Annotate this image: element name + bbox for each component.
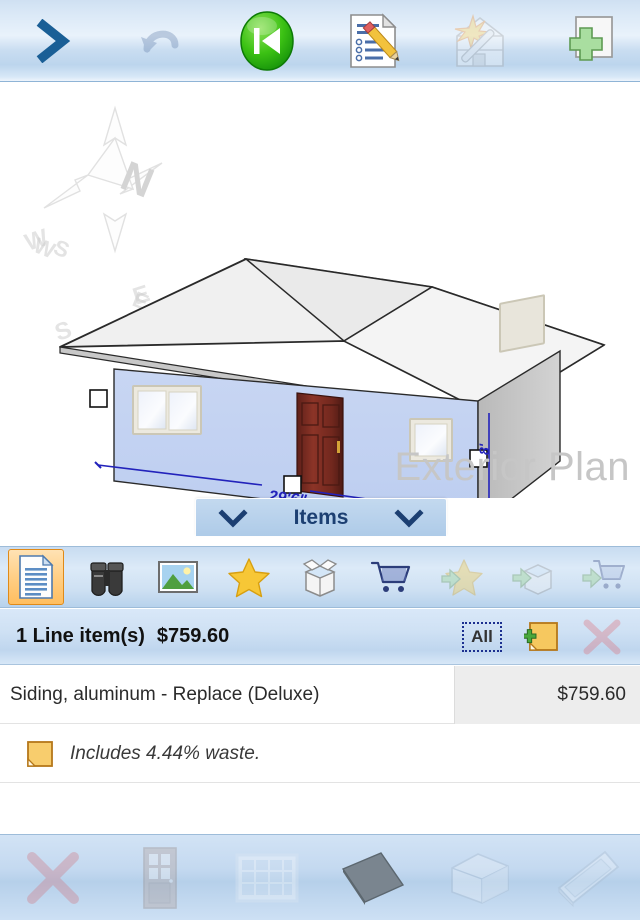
house-wand-icon xyxy=(454,13,504,67)
magic-house-button[interactable] xyxy=(427,0,534,82)
tab-favorites[interactable] xyxy=(213,546,284,608)
list-empty-area xyxy=(0,783,640,834)
delete-button[interactable] xyxy=(582,619,622,655)
top-toolbar xyxy=(0,0,640,82)
entry-door[interactable] xyxy=(296,392,344,498)
line-item-price: $759.60 xyxy=(454,665,640,724)
rewind-button[interactable] xyxy=(213,0,320,82)
star-icon xyxy=(228,558,270,598)
angled-plane-icon xyxy=(557,850,619,907)
selection-handle-left[interactable] xyxy=(89,389,108,408)
undo-arrow-icon xyxy=(141,30,179,53)
delete-tool-button[interactable] xyxy=(0,835,107,920)
door-icon xyxy=(143,846,177,909)
tab-search[interactable] xyxy=(71,546,142,608)
shopping-cart-icon xyxy=(370,561,411,592)
window-front-left[interactable] xyxy=(132,385,202,435)
binoculars-icon xyxy=(90,562,124,597)
notes-button[interactable] xyxy=(320,0,427,82)
box-add-icon xyxy=(512,564,553,595)
chevron-down-icon[interactable] xyxy=(218,508,248,528)
document-pencil-icon xyxy=(350,12,400,68)
chevron-right-icon xyxy=(37,18,71,63)
plane-tool-button[interactable] xyxy=(533,835,640,920)
cube-icon xyxy=(451,852,509,904)
tab-line-items[interactable] xyxy=(0,546,71,608)
house-model[interactable]: N S E W W S E 8' xyxy=(0,83,640,498)
line-item-note: Includes 4.44% waste. xyxy=(70,742,261,764)
line-item-note-row[interactable]: Includes 4.44% waste. xyxy=(0,725,640,783)
floor-tool-button[interactable] xyxy=(320,835,427,920)
window-tool-button[interactable] xyxy=(213,835,320,920)
open-box-icon xyxy=(302,559,338,597)
tab-packages[interactable] xyxy=(284,546,355,608)
table-row[interactable]: Siding, aluminum - Replace (Deluxe) $759… xyxy=(0,665,640,724)
add-room-button[interactable] xyxy=(533,0,640,82)
line-item-description: Siding, aluminum - Replace (Deluxe) xyxy=(10,683,320,705)
line-items-summary-bar: 1 Line item(s) $759.60 All xyxy=(0,609,640,665)
picture-icon xyxy=(157,561,198,593)
close-x-icon xyxy=(27,851,80,904)
document-lines-icon xyxy=(18,554,54,599)
window-grid-icon xyxy=(235,853,299,902)
category-icon-strip xyxy=(0,546,640,608)
items-tab-label: Items xyxy=(293,505,349,529)
tab-add-to-cart[interactable] xyxy=(569,546,640,608)
app-root: N S E W W S E 8' Exterior Plan Items 1 L… xyxy=(0,0,640,920)
undo-button[interactable] xyxy=(107,0,214,82)
door-tool-button[interactable] xyxy=(107,835,214,920)
rewind-to-start-icon xyxy=(239,10,294,71)
line-items-count: 1 Line item(s) xyxy=(16,625,145,647)
summary-actions: All xyxy=(462,619,640,655)
square-plus-icon xyxy=(568,15,613,61)
line-items-total: $759.60 xyxy=(156,625,230,647)
bottom-toolbar xyxy=(0,834,640,920)
window-side[interactable] xyxy=(499,294,545,353)
tab-cart[interactable] xyxy=(356,546,427,608)
note-icon xyxy=(27,740,53,767)
forward-chevron-button[interactable] xyxy=(0,0,107,82)
star-add-icon xyxy=(441,559,483,596)
tab-add-favorite[interactable] xyxy=(427,546,498,608)
cart-add-icon xyxy=(582,560,626,589)
block-tool-button[interactable] xyxy=(427,835,534,920)
model-viewport[interactable]: N S E W W S E 8' Exterior Plan xyxy=(0,83,640,498)
note-add-button[interactable] xyxy=(524,620,560,654)
chevron-down-icon[interactable] xyxy=(394,508,424,528)
plan-title: Exterior Plan xyxy=(394,445,630,489)
tab-add-package[interactable] xyxy=(498,546,569,608)
select-all-button[interactable]: All xyxy=(462,621,502,652)
tab-photos[interactable] xyxy=(142,546,213,608)
items-tab[interactable]: Items xyxy=(195,498,447,536)
select-all-label: All xyxy=(471,626,493,646)
flat-slab-icon xyxy=(342,851,405,905)
